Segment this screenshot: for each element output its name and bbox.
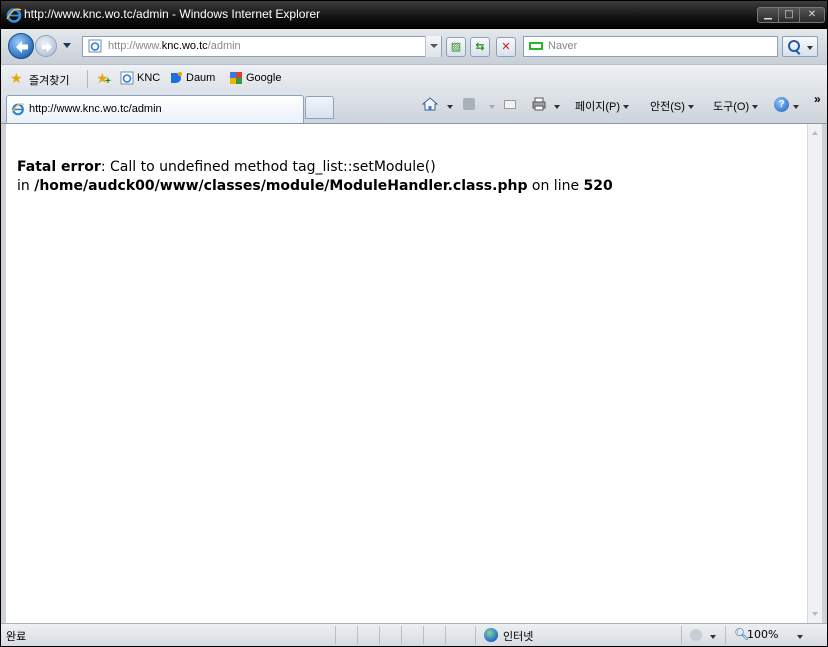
divider bbox=[725, 626, 726, 644]
recent-pages-dropdown[interactable] bbox=[63, 43, 71, 48]
search-button[interactable] bbox=[782, 36, 818, 57]
favorite-link-knc[interactable]: KNC bbox=[120, 71, 160, 87]
security-zone-label[interactable]: 인터넷 bbox=[503, 628, 533, 644]
feeds-dropdown bbox=[489, 105, 495, 109]
zoom-dropdown[interactable] bbox=[797, 635, 803, 639]
internet-explorer-icon bbox=[6, 8, 22, 23]
chevron-down-icon bbox=[623, 105, 630, 110]
back-button[interactable] bbox=[8, 33, 34, 59]
scroll-down-arrow-icon[interactable] bbox=[809, 607, 821, 621]
address-toolbar: http://www.knc.wo.tc/admin ▨ ⇆ ✕ Naver bbox=[1, 29, 827, 64]
ie-page-icon bbox=[120, 71, 134, 85]
forward-arrow-icon bbox=[42, 42, 52, 52]
favorite-link-label: Daum bbox=[186, 72, 216, 84]
print-dropdown[interactable] bbox=[554, 105, 560, 109]
address-url: http://www.knc.wo.tc/admin bbox=[108, 40, 241, 52]
favorites-bar: ★ 즐겨찾기 ★ KNC Daum Google bbox=[1, 64, 827, 92]
add-to-favorites-icon[interactable]: ★ bbox=[96, 71, 110, 89]
browser-window: http://www.knc.wo.tc/admin - Windows Int… bbox=[0, 0, 828, 647]
zoom-level[interactable]: 100% bbox=[747, 628, 778, 641]
compatibility-view-button[interactable]: ▨ bbox=[446, 37, 466, 57]
internet-explorer-icon bbox=[11, 103, 25, 116]
error-line-number: 520 bbox=[583, 178, 613, 194]
scroll-up-arrow-icon[interactable] bbox=[809, 126, 821, 140]
internet-zone-icon bbox=[484, 628, 498, 642]
favorites-button[interactable]: 즐겨찾기 bbox=[29, 72, 69, 88]
protected-mode-dropdown[interactable] bbox=[710, 635, 716, 639]
search-field[interactable]: Naver bbox=[523, 36, 778, 57]
protected-mode-icon[interactable] bbox=[690, 629, 702, 641]
divider bbox=[681, 626, 682, 644]
safety-menu-label: 안전(S) bbox=[650, 101, 685, 113]
vertical-scrollbar[interactable] bbox=[807, 124, 822, 623]
error-on-line: on line bbox=[527, 178, 584, 194]
window-border bbox=[822, 124, 827, 623]
divider bbox=[357, 626, 358, 644]
favorite-link-label: Google bbox=[246, 72, 282, 84]
google-icon bbox=[230, 72, 242, 84]
status-text: 완료 bbox=[6, 630, 27, 643]
chevron-down-icon bbox=[687, 105, 694, 110]
tools-menu-label: 도구(O) bbox=[713, 101, 750, 113]
new-tab-button[interactable] bbox=[305, 96, 334, 119]
stop-button[interactable]: ✕ bbox=[496, 37, 516, 57]
maximize-button[interactable]: □ bbox=[778, 7, 800, 23]
tab-label: http://www.knc.wo.tc/admin bbox=[29, 103, 162, 115]
divider bbox=[445, 626, 446, 644]
help-dropdown[interactable] bbox=[793, 105, 799, 109]
address-dropdown[interactable] bbox=[425, 36, 441, 57]
minimize-button[interactable]: ▁ bbox=[757, 7, 779, 23]
error-file-path: /home/audck00/www/classes/module/ModuleH… bbox=[34, 178, 528, 194]
search-placeholder: Naver bbox=[548, 40, 578, 52]
daum-icon bbox=[171, 72, 182, 83]
safety-menu[interactable]: 안전(S) bbox=[650, 98, 694, 114]
address-field[interactable]: http://www.knc.wo.tc/admin bbox=[82, 36, 442, 57]
error-label: Fatal error bbox=[17, 159, 101, 175]
close-button[interactable]: ✕ bbox=[799, 7, 825, 23]
refresh-button[interactable]: ⇆ bbox=[470, 37, 490, 57]
back-arrow-icon bbox=[16, 41, 28, 53]
feeds-icon bbox=[463, 98, 475, 110]
page-menu[interactable]: 페이지(P) bbox=[575, 98, 630, 114]
divider bbox=[87, 70, 88, 88]
tab-active[interactable]: http://www.knc.wo.tc/admin bbox=[6, 95, 304, 123]
divider bbox=[335, 626, 336, 644]
chevron-down-icon bbox=[752, 105, 759, 110]
forward-button[interactable] bbox=[35, 35, 57, 57]
error-in: in bbox=[17, 178, 35, 194]
home-icon[interactable] bbox=[422, 97, 438, 111]
divider bbox=[475, 626, 476, 644]
favorites-star-icon: ★ bbox=[10, 70, 23, 86]
tab-bar: http://www.knc.wo.tc/admin 페이지(P) 안전(S) … bbox=[1, 92, 827, 124]
help-icon[interactable]: ? bbox=[774, 97, 789, 112]
toolbar-overflow-chevron[interactable]: » bbox=[814, 92, 821, 106]
page-icon bbox=[88, 39, 102, 53]
read-mail-icon[interactable] bbox=[504, 100, 516, 109]
print-icon[interactable] bbox=[532, 97, 546, 111]
home-dropdown[interactable] bbox=[447, 105, 453, 109]
status-bar: 완료 인터넷 🔍︎ 100% bbox=[1, 623, 827, 646]
favorite-link-label: KNC bbox=[137, 72, 161, 84]
page-menu-label: 페이지(P) bbox=[575, 101, 621, 113]
divider bbox=[423, 626, 424, 644]
page-content: Fatal error: Call to undefined method ta… bbox=[6, 124, 807, 623]
error-message: Fatal error: Call to undefined method ta… bbox=[17, 158, 613, 196]
divider bbox=[401, 626, 402, 644]
title-bar[interactable]: http://www.knc.wo.tc/admin - Windows Int… bbox=[1, 1, 827, 29]
favorite-link-daum[interactable]: Daum bbox=[169, 71, 215, 87]
search-options-dropdown[interactable] bbox=[807, 46, 813, 50]
window-title: http://www.knc.wo.tc/admin - Windows Int… bbox=[24, 7, 321, 21]
error-text: : Call to undefined method tag_list::set… bbox=[100, 159, 436, 175]
naver-icon bbox=[529, 42, 543, 50]
favorite-link-google[interactable]: Google bbox=[229, 71, 281, 87]
tools-menu[interactable]: 도구(O) bbox=[713, 98, 759, 114]
search-icon bbox=[788, 40, 800, 52]
divider bbox=[379, 626, 380, 644]
